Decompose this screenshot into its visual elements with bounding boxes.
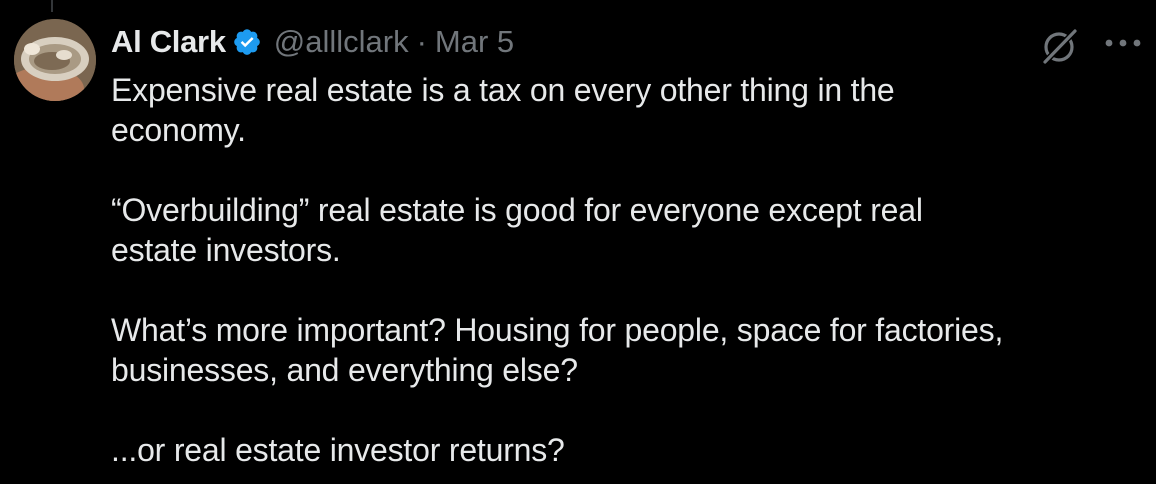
tweet-line: businesses, and everything else? — [111, 352, 578, 388]
more-options-icon[interactable] — [1104, 38, 1142, 48]
tweet-line: What’s more important? Housing for peopl… — [111, 312, 1004, 348]
author-display-name[interactable]: Al Clark — [111, 24, 226, 60]
tweet-header: Al Clark @alllclark · Mar 5 — [111, 22, 514, 62]
tweet-line: Expensive real estate is a tax on every … — [111, 72, 895, 108]
tweet-paragraph: “Overbuilding” real estate is good for e… — [111, 190, 1156, 270]
avatar-image — [14, 19, 96, 101]
author-handle[interactable]: @alllclark — [274, 24, 409, 60]
grok-icon[interactable] — [1040, 26, 1080, 66]
tweet-paragraph: What’s more important? Housing for peopl… — [111, 310, 1156, 390]
author-avatar[interactable] — [14, 19, 96, 101]
tweet-line: ...or real estate investor returns? — [111, 432, 565, 468]
tweet-paragraph: Expensive real estate is a tax on every … — [111, 70, 1156, 150]
thread-connector-line — [51, 0, 53, 12]
tweet-text: Expensive real estate is a tax on every … — [111, 70, 1156, 470]
verified-badge-icon[interactable] — [232, 27, 262, 57]
tweet-date[interactable]: Mar 5 — [435, 24, 514, 60]
tweet-paragraph: ...or real estate investor returns? — [111, 430, 1156, 470]
tweet-line: “Overbuilding” real estate is good for e… — [111, 192, 923, 228]
tweet-line: estate investors. — [111, 232, 341, 268]
header-separator: · — [416, 24, 427, 59]
tweet-line: economy. — [111, 112, 246, 148]
